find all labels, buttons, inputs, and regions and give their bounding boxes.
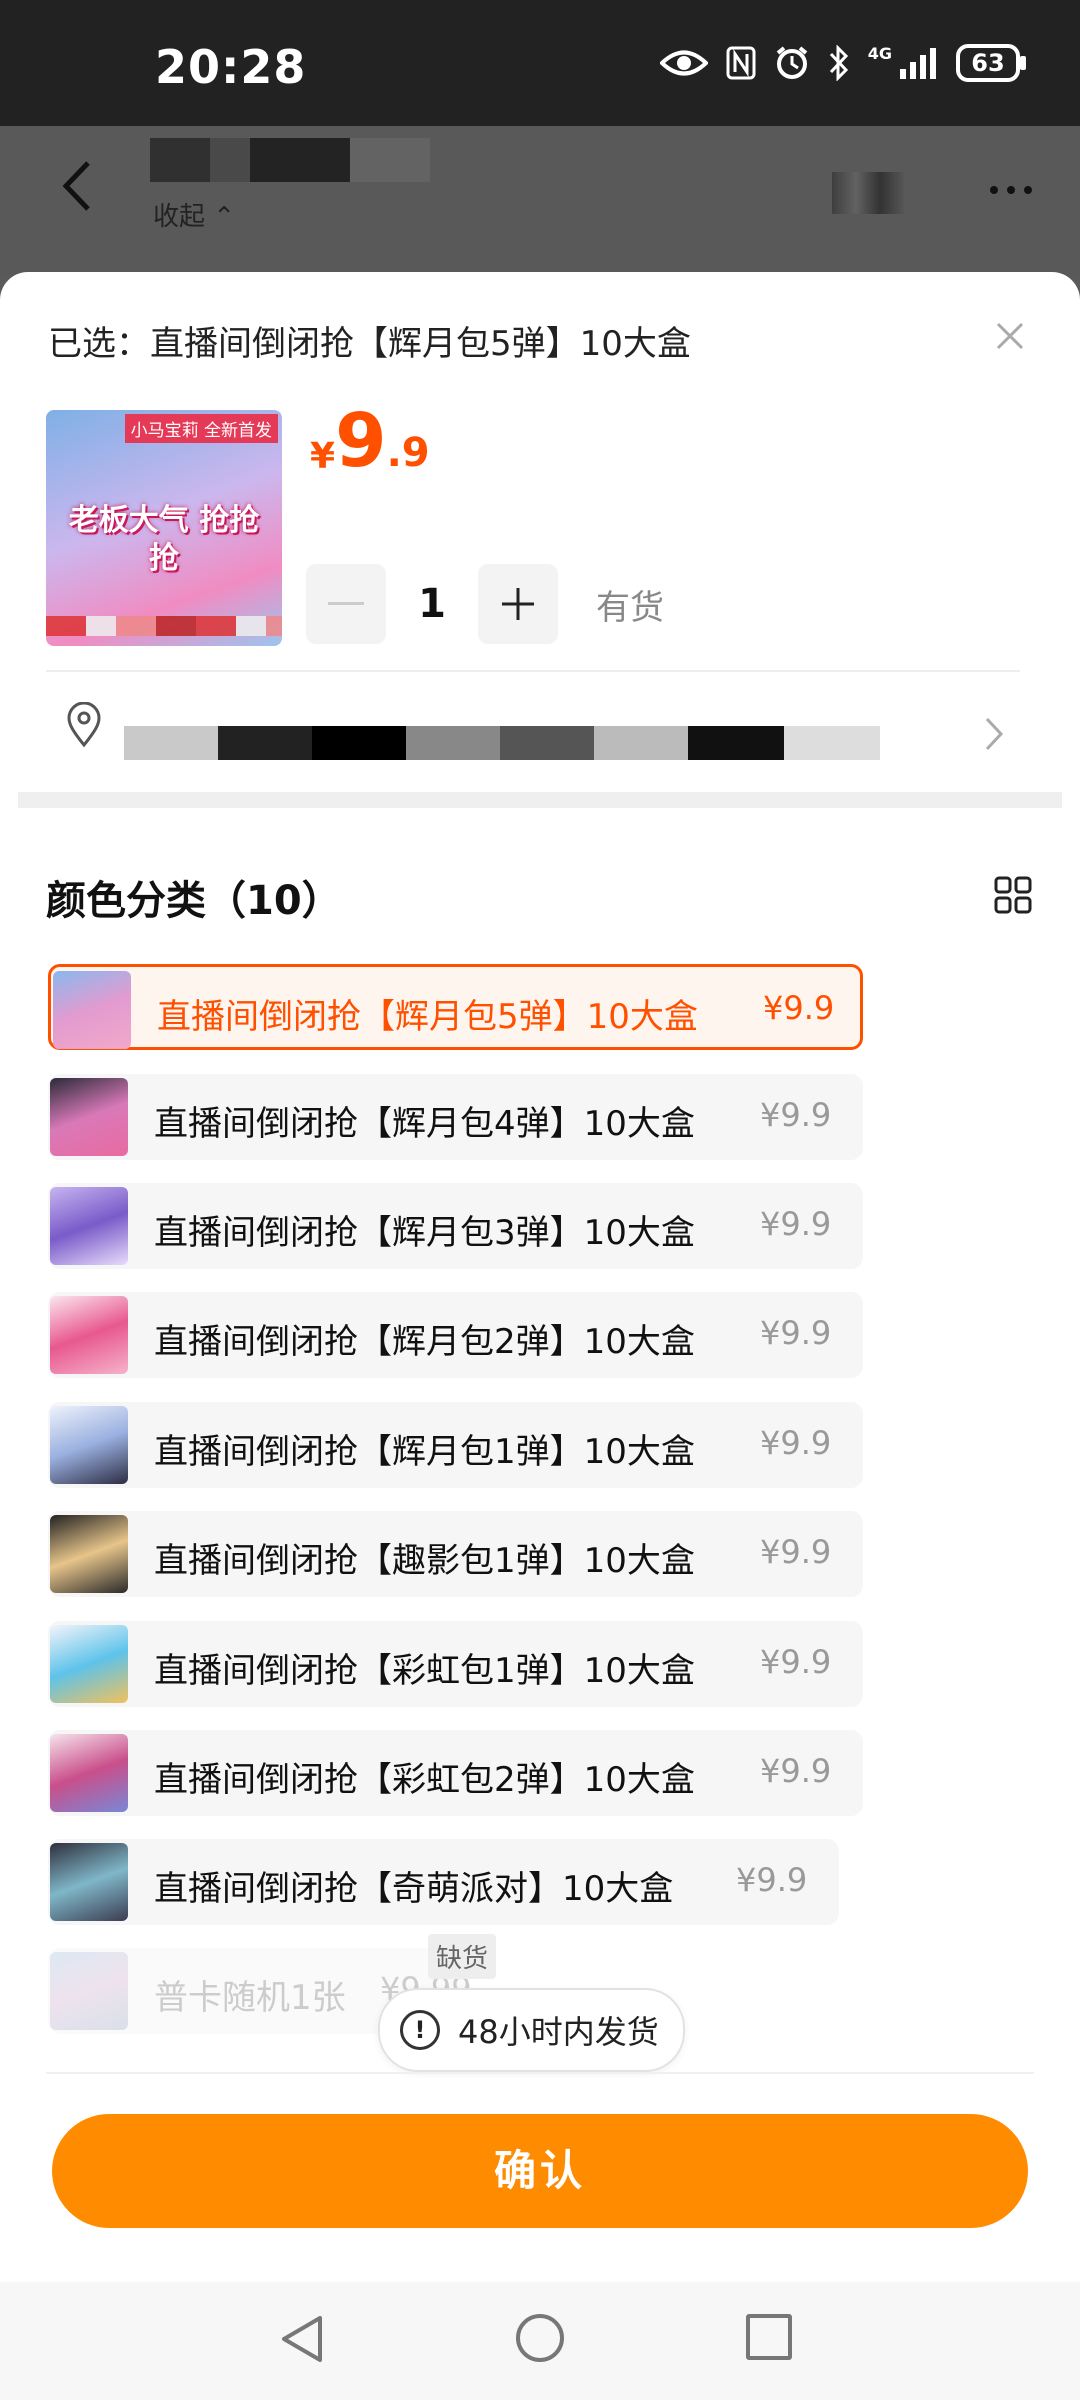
collapse-toggle[interactable]: 收起 ⌃ <box>153 196 235 233</box>
selected-label: 已选： <box>48 324 150 364</box>
option-item-9[interactable]: 直播间倒闭抢【奇萌派对】10大盒 ¥9.9 <box>48 1839 839 1925</box>
option-thumbnail <box>50 1296 128 1374</box>
status-icons: 4G 63 <box>659 43 1026 82</box>
shipping-notice: ! 48小时内发货 <box>378 1988 685 2072</box>
thumbnail-banner <box>46 616 282 636</box>
redacted-address <box>124 726 880 760</box>
option-item-4[interactable]: 直播间倒闭抢【辉月包2弹】10大盒 ¥9.9 <box>48 1292 863 1378</box>
option-price: ¥9.9 <box>760 1096 832 1134</box>
selected-summary: 已选：直播间倒闭抢【辉月包5弹】10大盒 <box>48 316 691 365</box>
grid-view-icon[interactable] <box>994 876 1032 914</box>
option-price: ¥9.9 <box>760 1752 832 1790</box>
option-price: ¥9.9 <box>763 989 835 1027</box>
status-bar: 20:28 4G 63 <box>0 0 1080 126</box>
option-thumbnail <box>50 1625 128 1703</box>
option-price: ¥9.9 <box>760 1314 832 1352</box>
bluetooth-icon <box>829 45 848 81</box>
option-price: ¥9.9 <box>760 1424 832 1462</box>
option-name: 直播间倒闭抢【彩虹包1弹】10大盒 <box>154 1651 695 1691</box>
option-name: 直播间倒闭抢【奇萌派对】10大盒 <box>154 1869 674 1909</box>
option-item-8[interactable]: 直播间倒闭抢【彩虹包2弹】10大盒 ¥9.9 <box>48 1730 863 1816</box>
option-name: 直播间倒闭抢【辉月包4弹】10大盒 <box>154 1104 695 1144</box>
system-navigation-bar <box>0 2282 1080 2400</box>
stock-status: 有货 <box>596 588 664 628</box>
chevron-right-icon <box>985 717 1004 751</box>
option-name: 直播间倒闭抢【辉月包5弹】10大盒 <box>157 997 698 1037</box>
alarm-icon <box>776 46 808 79</box>
shipping-notice-text: 48小时内发货 <box>458 2013 659 2051</box>
quantity-decrease-button[interactable] <box>306 564 386 644</box>
option-item-3[interactable]: 直播间倒闭抢【辉月包3弹】10大盒 ¥9.9 <box>48 1183 863 1269</box>
option-thumbnail <box>50 1406 128 1484</box>
option-thumbnail <box>50 1078 128 1156</box>
option-thumbnail <box>50 1952 128 2030</box>
option-thumbnail <box>50 1515 128 1593</box>
confirm-button[interactable]: 确认 <box>52 2114 1028 2228</box>
option-price: ¥9.9 <box>760 1205 832 1243</box>
battery-indicator: 63 <box>956 44 1026 82</box>
option-name: 直播间倒闭抢【辉月包3弹】10大盒 <box>154 1213 695 1253</box>
more-options-icon[interactable] <box>990 186 1032 194</box>
option-price: ¥9.9 <box>760 1643 832 1681</box>
nav-home-icon[interactable] <box>516 2314 564 2362</box>
redacted-shop-title <box>150 138 430 182</box>
price-integer: 9 <box>335 398 387 484</box>
option-name: 直播间倒闭抢【辉月包1弹】10大盒 <box>154 1432 695 1472</box>
option-price: ¥9.9 <box>760 1533 832 1571</box>
option-thumbnail <box>53 971 131 1049</box>
network-type-label: 4G <box>867 43 892 63</box>
close-icon[interactable] <box>994 320 1026 352</box>
option-price: ¥9.9 <box>736 1861 808 1899</box>
option-name: 直播间倒闭抢【彩虹包2弹】10大盒 <box>154 1760 695 1800</box>
nav-back-icon[interactable] <box>280 2314 324 2364</box>
location-pin-icon <box>67 702 101 748</box>
option-name: 直播间倒闭抢【辉月包2弹】10大盒 <box>154 1322 695 1362</box>
nav-recent-apps-icon[interactable] <box>746 2314 792 2360</box>
price-currency: ¥ <box>310 436 336 477</box>
minus-icon <box>328 602 364 605</box>
option-item-7[interactable]: 直播间倒闭抢【彩虹包1弹】10大盒 ¥9.9 <box>48 1621 863 1707</box>
sold-out-badge: 缺货 <box>428 1934 497 1979</box>
quantity-increase-button[interactable] <box>478 564 558 644</box>
back-arrow-icon[interactable] <box>62 160 92 212</box>
address-row[interactable] <box>0 672 1080 792</box>
product-tag: 小马宝莉 全新首发 <box>124 414 278 443</box>
plus-icon <box>502 588 534 620</box>
option-thumbnail <box>50 1843 128 1921</box>
option-item-6[interactable]: 直播间倒闭抢【趣影包1弹】10大盒 ¥9.9 <box>48 1511 863 1597</box>
divider <box>46 2072 1034 2074</box>
option-item-1[interactable]: 直播间倒闭抢【辉月包5弹】10大盒 ¥9.9 <box>48 964 863 1050</box>
eye-icon <box>659 50 708 76</box>
sku-selector-sheet: 已选：直播间倒闭抢【辉月包5弹】10大盒 小马宝莉 全新首发 老板大气 抢抢抢 … <box>0 272 1080 2400</box>
price-display: ¥9.9 <box>310 398 430 484</box>
option-name: 普卡随机1张 <box>154 1978 346 2018</box>
status-time: 20:28 <box>155 40 307 94</box>
chevron-up-icon: ⌃ <box>213 202 236 232</box>
price-decimal: .9 <box>386 430 430 476</box>
section-separator <box>18 792 1062 808</box>
quantity-value[interactable]: 1 <box>386 564 478 644</box>
option-item-2[interactable]: 直播间倒闭抢【辉月包4弹】10大盒 ¥9.9 <box>48 1074 863 1160</box>
selected-value: 直播间倒闭抢【辉月包5弹】10大盒 <box>150 324 691 364</box>
signal-icon <box>900 48 936 79</box>
product-thumbnail[interactable]: 小马宝莉 全新首发 老板大气 抢抢抢 <box>46 410 282 646</box>
nfc-icon <box>726 46 756 80</box>
product-slogan: 老板大气 抢抢抢 <box>68 503 260 576</box>
option-name: 直播间倒闭抢【趣影包1弹】10大盒 <box>154 1541 695 1581</box>
option-item-5[interactable]: 直播间倒闭抢【辉月包1弹】10大盒 ¥9.9 <box>48 1402 863 1488</box>
redacted-avatar <box>832 172 904 214</box>
options-group-title: 颜色分类（10） <box>46 878 342 924</box>
option-thumbnail <box>50 1734 128 1812</box>
option-thumbnail <box>50 1187 128 1265</box>
collapse-label: 收起 <box>153 202 206 232</box>
exclamation-icon: ! <box>400 2010 440 2050</box>
